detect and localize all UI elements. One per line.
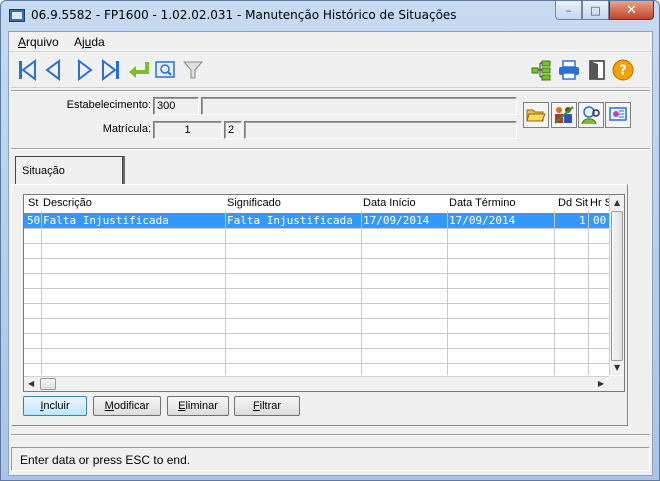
person-search-button[interactable]	[578, 102, 604, 128]
goto-icon[interactable]	[127, 58, 151, 82]
next-record-icon[interactable]	[73, 58, 97, 82]
column-header-st[interactable]: St	[28, 197, 38, 209]
column-header-data-termino[interactable]: Data Término	[449, 197, 515, 209]
grid-row-line	[24, 348, 610, 349]
grid-row-line	[24, 243, 610, 244]
panel-separator	[11, 148, 650, 150]
scroll-right-icon[interactable]: ▶	[598, 379, 604, 388]
print-icon[interactable]	[557, 58, 581, 82]
help-glyph: ?	[619, 64, 627, 79]
column-header-descricao[interactable]: Descrição	[43, 197, 92, 209]
incluir-button[interactable]: Incluir	[23, 396, 87, 416]
scroll-left-icon[interactable]: ◀	[28, 379, 34, 388]
grid-column-line	[41, 211, 42, 375]
toolbar-separator	[11, 90, 650, 92]
horizontal-scroll-thumb[interactable]	[40, 378, 56, 390]
tab-situacao-label: Situação	[22, 165, 65, 177]
matricula-field[interactable]: 1	[153, 121, 222, 139]
grid-column-line	[588, 211, 589, 375]
title-bar[interactable]: 06.9.5582 - FP1600 - 1.02.02.031 - Manut…	[1, 1, 659, 31]
person-filter-button[interactable]	[605, 102, 631, 128]
scrollbar-corner	[609, 376, 624, 391]
app-icon	[9, 9, 25, 22]
people-button[interactable]	[551, 102, 577, 128]
scroll-up-icon[interactable]: ▲	[614, 198, 620, 207]
grid-header: St Descrição Significado Data Início Dat…	[24, 197, 612, 211]
filtrar-button[interactable]: Filtrar	[234, 396, 300, 416]
grid-column-line	[447, 211, 448, 375]
footer-separator	[11, 434, 650, 436]
vertical-scrollbar[interactable]: ▲ ▼	[609, 195, 624, 375]
people-icon	[554, 106, 574, 124]
minimize-button[interactable]: –	[555, 1, 582, 20]
first-record-icon[interactable]	[15, 58, 39, 82]
cell-st: 50	[27, 214, 41, 227]
app-window: 06.9.5582 - FP1600 - 1.02.02.031 - Manut…	[0, 0, 660, 481]
column-header-significado[interactable]: Significado	[227, 197, 281, 209]
menu-ajuda[interactable]: Ajuda	[74, 35, 105, 49]
close-button[interactable]: ✕	[609, 1, 654, 20]
window-controls: – □ ✕	[555, 1, 654, 21]
previous-record-icon[interactable]	[41, 58, 65, 82]
last-record-icon[interactable]	[99, 58, 123, 82]
filter-icon[interactable]	[181, 58, 205, 82]
estabelecimento-field[interactable]: 300	[153, 97, 199, 115]
cell-dd-sit: 1	[579, 214, 586, 227]
folder-icon	[526, 109, 546, 122]
grid-row-line	[24, 273, 610, 274]
menu-bar: Arquivo Ajuda	[9, 32, 652, 52]
maximize-button[interactable]: □	[582, 1, 609, 20]
open-folder-button[interactable]	[523, 102, 549, 128]
person-search-icon	[581, 106, 600, 125]
person-filter-icon	[609, 107, 627, 121]
situations-grid[interactable]: St Descrição Significado Data Início Dat…	[23, 194, 625, 392]
column-header-dd-sit[interactable]: Dd Sit	[558, 197, 588, 209]
table-row[interactable]: 50 Falta Injustificada Falta Injustifica…	[24, 213, 610, 228]
grid-row-line	[24, 318, 610, 319]
cell-descricao: Falta Injustificada	[43, 214, 169, 227]
tree-icon[interactable]	[529, 58, 553, 82]
estabelecimento-description	[201, 97, 517, 115]
matricula-digit: 2	[224, 121, 242, 139]
grid-row-line	[24, 288, 610, 289]
matricula-label: Matrícula:	[102, 123, 151, 135]
tab-situacao[interactable]: Situação	[15, 156, 123, 184]
vertical-scroll-thumb[interactable]	[611, 211, 623, 361]
grid-row-line	[24, 303, 610, 304]
status-bar: Enter data or press ESC to end.	[11, 447, 650, 471]
column-header-data-inicio[interactable]: Data Início	[363, 197, 416, 209]
grid-column-line	[554, 211, 555, 375]
cell-data-termino: 17/09/2014	[449, 214, 516, 227]
grid-column-line	[225, 211, 226, 375]
estabelecimento-label: Estabelecimento:	[66, 99, 151, 111]
grid-column-line	[361, 211, 362, 375]
scroll-down-icon[interactable]: ▼	[614, 363, 620, 372]
client-area: Arquivo Ajuda ? Estabelecimento: 300 Mat…	[8, 31, 653, 476]
grid-row-line	[24, 258, 610, 259]
search-icon[interactable]	[153, 58, 177, 82]
status-text: Enter data or press ESC to end.	[20, 453, 191, 467]
eliminar-button[interactable]: Eliminar	[167, 396, 229, 416]
help-icon[interactable]: ?	[611, 58, 635, 82]
grid-row-line	[24, 333, 610, 334]
matricula-name	[244, 121, 517, 139]
toolbar: ?	[11, 54, 650, 88]
header-panel: Estabelecimento: 300 Matrícula: 1 2	[11, 94, 631, 150]
menu-arquivo[interactable]: Arquivo	[18, 35, 59, 49]
cell-data-inicio: 17/09/2014	[363, 214, 430, 227]
cell-hr-s: 00	[593, 214, 607, 227]
exit-icon[interactable]	[585, 58, 609, 82]
window-title: 06.9.5582 - FP1600 - 1.02.02.031 - Manut…	[31, 8, 457, 22]
cell-significado: Falta Injustificada	[227, 214, 353, 227]
horizontal-scrollbar[interactable]: ◀ ▶	[24, 376, 610, 391]
grid-row-line	[24, 228, 610, 229]
grid-row-line	[24, 363, 610, 364]
modificar-button[interactable]: Modificar	[93, 396, 161, 416]
